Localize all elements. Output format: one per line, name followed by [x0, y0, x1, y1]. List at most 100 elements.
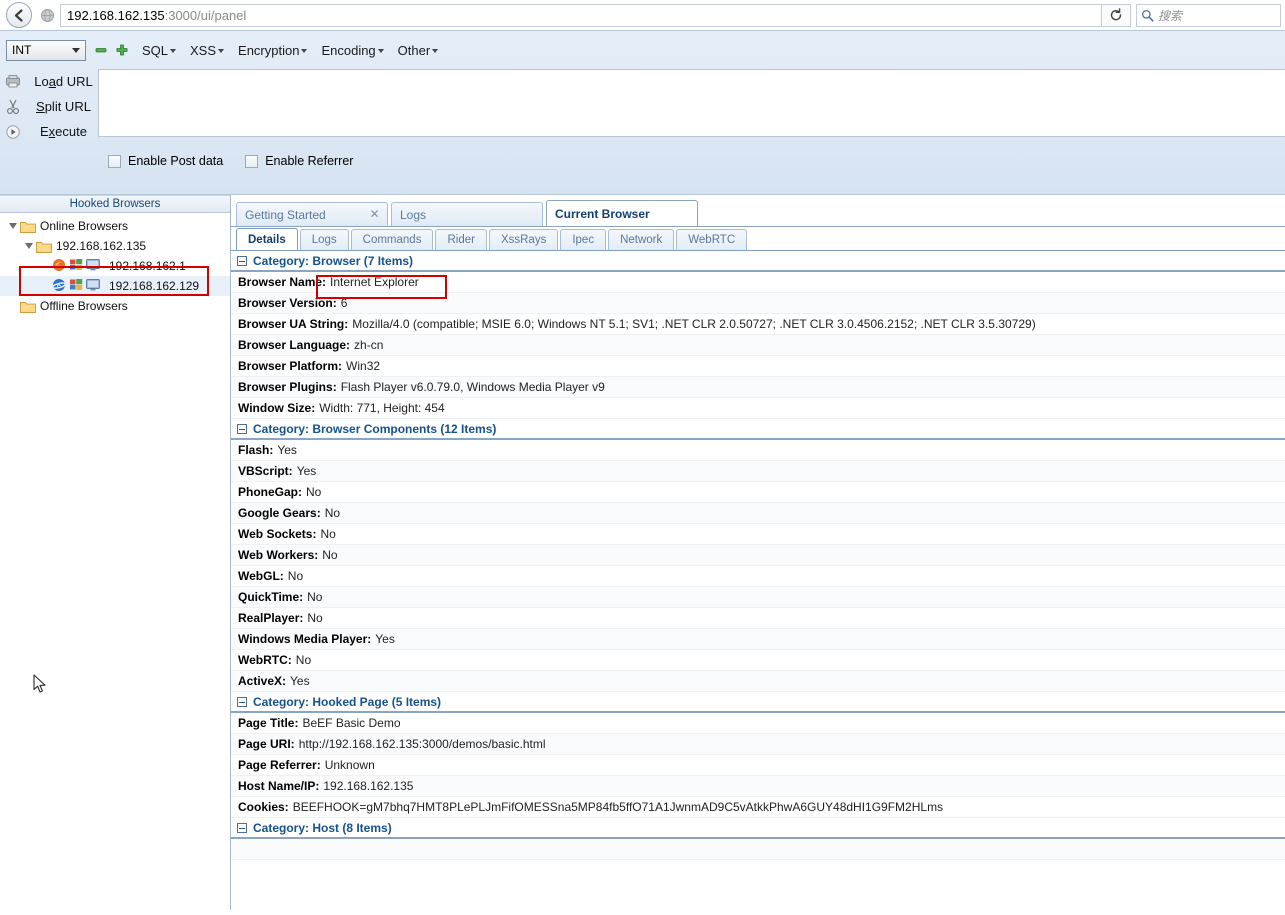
detail-value: No	[324, 506, 341, 520]
detail-key: WebRTC:	[238, 653, 292, 667]
checkbox-box[interactable]	[108, 154, 121, 168]
detail-row-browser-platform: Browser Platform: Win32	[231, 356, 1285, 377]
detail-row-webrtc: WebRTC: No	[231, 650, 1285, 671]
execute-icon	[3, 123, 23, 141]
tab-details[interactable]: Details	[236, 228, 298, 250]
collapse-icon[interactable]	[237, 696, 247, 707]
detail-value: Yes	[375, 632, 395, 646]
url-textarea[interactable]	[98, 69, 1285, 137]
tab-ipec[interactable]: Ipec	[560, 229, 607, 250]
category-header-browser[interactable]: Category: Browser (7 Items)	[231, 251, 1285, 272]
enable-referrer-checkbox[interactable]: Enable Referrer	[245, 154, 353, 168]
tree-item-browser-192-168-162-1[interactable]: 192.168.162.1	[0, 256, 230, 276]
tree-item-host-192-168-162-135[interactable]: 192.168.162.135	[0, 236, 230, 256]
tab-current-browser[interactable]: Current Browser	[546, 200, 698, 226]
tab-label: Details	[248, 233, 286, 246]
collapse-icon[interactable]	[237, 255, 247, 266]
tab-rider[interactable]: Rider	[435, 229, 487, 250]
detail-key: Page Title:	[238, 716, 299, 730]
tree-item-online-browsers[interactable]: Online Browsers	[0, 216, 230, 236]
add-icon[interactable]	[116, 44, 128, 56]
enable-post-data-checkbox[interactable]: Enable Post data	[108, 154, 223, 168]
caret-down-icon	[170, 49, 177, 54]
menu-encoding-label: Encoding	[321, 42, 376, 58]
tab-getting-started[interactable]: Getting Started ✕	[236, 202, 388, 226]
caret-down-icon	[218, 49, 225, 54]
windows-flag-icon	[69, 278, 83, 294]
folder-icon	[20, 300, 36, 313]
outer-tab-bar: Getting Started ✕ Logs Current Browser	[231, 195, 1285, 227]
tab-xssrays[interactable]: XssRays	[488, 229, 559, 250]
tree-item-offline-browsers[interactable]: Offline Browsers	[0, 296, 230, 316]
tab-label: Logs	[400, 207, 427, 222]
menu-sql[interactable]: SQL	[142, 42, 177, 58]
tab-network[interactable]: Network	[608, 229, 675, 250]
category-header-host[interactable]: Category: Host (8 Items)	[231, 818, 1285, 839]
tab-commands[interactable]: Commands	[350, 229, 434, 250]
tab-logs[interactable]: Logs	[299, 229, 349, 250]
detail-row-vbscript: VBScript: Yes	[231, 461, 1285, 482]
detail-key: Window Size:	[238, 401, 316, 415]
detail-key: Page Referrer:	[238, 758, 321, 772]
detail-value: No	[322, 548, 338, 562]
url-host: 192.168.162.135	[67, 7, 165, 23]
details-content: Category: Browser (7 Items) Browser Name…	[231, 251, 1285, 910]
detail-row-google-gears: Google Gears: No	[231, 503, 1285, 524]
back-arrow-icon[interactable]	[6, 2, 32, 28]
encoding-type-select[interactable]: INT	[6, 39, 86, 61]
category-rows-browser: Browser Name: Internet Explorer Browser …	[231, 272, 1285, 419]
load-url-button[interactable]: Load URL	[0, 69, 98, 94]
detail-key: Web Sockets:	[238, 527, 317, 541]
category-title: Category: Browser Components (12 Items)	[253, 421, 497, 436]
tab-logs-outer[interactable]: Logs	[391, 202, 543, 226]
expand-toggle-icon[interactable]	[6, 219, 20, 233]
detail-key: Browser Language:	[238, 338, 351, 352]
menu-xss[interactable]: XSS	[190, 43, 225, 58]
detail-value: 192.168.162.135	[323, 779, 414, 793]
detail-value: Yes	[277, 443, 297, 457]
detail-value: Flash Player v6.0.79.0, Windows Media Pl…	[340, 380, 605, 394]
address-bar[interactable]: 192.168.162.135:3000/ui/panel	[60, 3, 1101, 27]
category-header-hooked-page[interactable]: Category: Hooked Page (5 Items)	[231, 692, 1285, 713]
detail-value: Internet Explorer	[330, 275, 419, 289]
remove-icon[interactable]	[95, 44, 107, 56]
monitor-icon	[86, 258, 100, 274]
search-input[interactable]: 搜索	[1136, 3, 1281, 27]
detail-key: PhoneGap:	[238, 485, 303, 499]
split-url-button[interactable]: Split URL	[0, 94, 98, 119]
hackbar-action-list: Load URL Split URL Execute	[0, 69, 98, 144]
search-placeholder: 搜索	[1158, 8, 1183, 23]
tree-item-browser-192-168-162-129[interactable]: e 192.168.162.129	[0, 276, 230, 296]
detail-value: No	[306, 485, 322, 499]
enable-post-data-label: Enable Post data	[128, 154, 224, 168]
expand-toggle-icon[interactable]	[22, 239, 36, 253]
menu-encryption[interactable]: Encryption	[238, 43, 308, 58]
detail-row-quicktime: QuickTime: No	[231, 587, 1285, 608]
tree-item-label: Online Browsers	[40, 219, 129, 233]
category-title: Category: Browser (7 Items)	[253, 253, 414, 268]
search-icon	[1141, 9, 1154, 22]
reload-icon[interactable]	[1101, 3, 1131, 27]
close-icon[interactable]: ✕	[369, 208, 380, 220]
category-header-browser-components[interactable]: Category: Browser Components (12 Items)	[231, 419, 1285, 440]
detail-value: Mozilla/4.0 (compatible; MSIE 6.0; Windo…	[352, 317, 1036, 331]
menu-sql-label: SQL	[142, 42, 169, 58]
tab-label: WebRTC	[688, 234, 736, 246]
detail-row-web-workers: Web Workers: No	[231, 545, 1285, 566]
caret-down-icon	[432, 49, 439, 54]
browser-row-icons	[52, 258, 103, 275]
menu-encoding[interactable]: Encoding	[321, 42, 384, 58]
collapse-icon[interactable]	[237, 423, 247, 434]
browser-details-pane: Getting Started ✕ Logs Current Browser D…	[231, 195, 1285, 910]
menu-other[interactable]: Other	[398, 43, 439, 58]
hackbar-toolbar: INT SQL XSS Encryption Encoding Other Lo…	[0, 31, 1285, 195]
detail-row-webgl: WebGL: No	[231, 566, 1285, 587]
detail-key: Google Gears:	[238, 506, 321, 520]
collapse-icon[interactable]	[237, 822, 247, 833]
execute-button[interactable]: Execute	[0, 119, 98, 144]
checkbox-box[interactable]	[245, 154, 259, 168]
detail-row-browser-plugins: Browser Plugins: Flash Player v6.0.79.0,…	[231, 377, 1285, 398]
tab-label: XssRays	[500, 234, 547, 246]
detail-row-window-size: Window Size: Width: 771, Height: 454	[231, 398, 1285, 419]
tab-webrtc[interactable]: WebRTC	[676, 229, 748, 250]
